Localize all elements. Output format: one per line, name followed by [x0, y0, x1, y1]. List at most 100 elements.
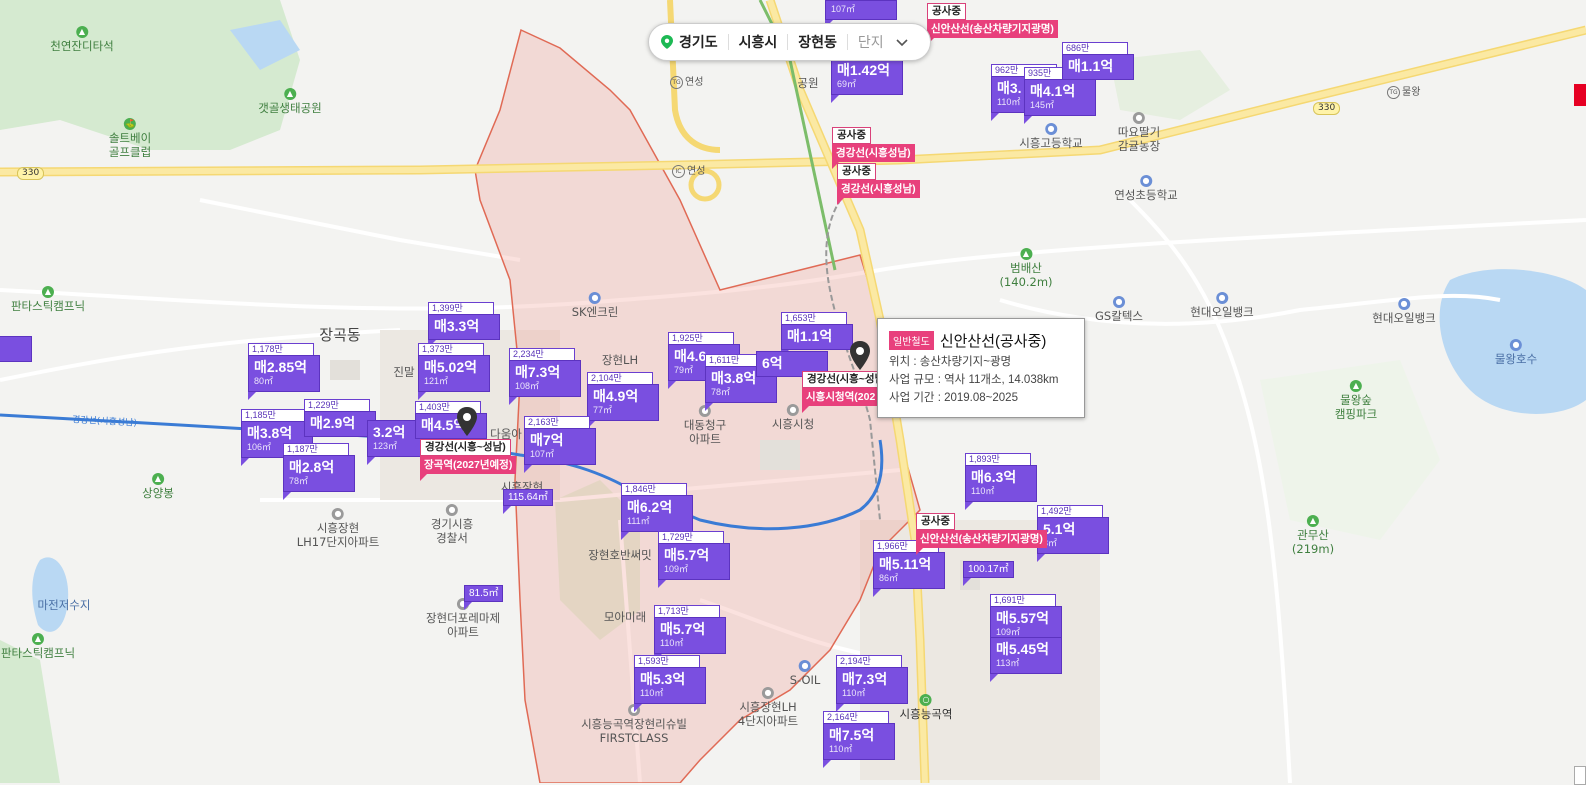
place-mulwang-camp[interactable]: ▲ 물왕숲 캠핑파크	[1335, 380, 1377, 421]
place-gongwon[interactable]: 공원	[797, 76, 818, 90]
price-marker[interactable]: 1,373만 매5.02억 121㎡	[418, 343, 490, 400]
apartment-icon: ●	[762, 687, 774, 699]
marker-tail	[524, 465, 532, 473]
popup-title: 신안산선(공사중)	[939, 333, 1047, 350]
complex-dropdown[interactable]: 단지	[848, 34, 918, 50]
rail-construction-label[interactable]: 공사중 경강선(시흥성남)	[837, 163, 920, 205]
price-per-pyeong: 1,925만	[668, 332, 734, 344]
label-tail	[420, 474, 427, 481]
price-marker[interactable]: 2,234만 매7.3억 108㎡	[509, 348, 581, 405]
price-per-pyeong: 1,187만	[283, 443, 349, 455]
price-marker[interactable]: 1,593만 매5.3억 110㎡	[634, 655, 706, 712]
price-marker[interactable]: 1,893만 매6.3억 110㎡	[965, 453, 1037, 510]
unit-area: 86㎡	[879, 573, 899, 583]
rail-construction-label[interactable]: 경강선(시흥~성남) 장곡역(2027년예정)	[420, 439, 517, 481]
side-panel-toggle[interactable]	[1574, 84, 1586, 106]
price-marker[interactable]: 2,164만 매7.5억 110㎡	[823, 711, 895, 768]
side-panel-button[interactable]	[1574, 766, 1586, 785]
place-hyundai-oilbank[interactable]: ● 현대오일뱅크	[1372, 298, 1436, 325]
place-gaetgol[interactable]: ▲ 갯골생태공원	[258, 88, 322, 115]
place-beombae[interactable]: ▲ 범배산 (140.2m)	[999, 248, 1053, 289]
interchange-icon: IC	[672, 164, 685, 178]
farm-icon: ●	[1132, 112, 1145, 124]
price-marker[interactable]: 1,229만 매2.9억	[304, 399, 376, 445]
place-siheung-high[interactable]: ● 시흥고등학교	[1019, 123, 1083, 150]
place-janghyeon-banmoet[interactable]: 장현호반써밋	[588, 548, 651, 562]
place-fantastic-camp[interactable]: ▲ 판타스틱캠프닉	[11, 286, 85, 313]
place-janghyeon-lh[interactable]: 장현LH	[602, 353, 638, 367]
marker-tail	[823, 760, 831, 768]
highway-330-label: 330	[17, 167, 45, 180]
rail-info-popup[interactable]: 일반철도 신안산선(공사중) 위치 : 송산차량기지~광명 사업 규모 : 역사…	[877, 318, 1085, 418]
rail-construction-label[interactable]: 공사중 신안산선(송산차량기지광명)	[916, 513, 1047, 555]
price-marker[interactable]: 매1.42억 69㎡	[831, 58, 903, 103]
map-pin-icon[interactable]	[456, 407, 478, 437]
price-marker[interactable]: 1,729만 매5.7억 109㎡	[658, 531, 730, 588]
price-marker[interactable]: 1,399만 매3.3억	[428, 302, 500, 348]
yeonseong-tg-label: TG 연성	[670, 73, 703, 89]
region-dong[interactable]: 장현동	[788, 34, 848, 50]
popup-period: 사업 기간 : 2019.08~2025	[889, 392, 1018, 404]
price-per-pyeong: 1,713만	[654, 605, 720, 617]
place-sangyang-peak[interactable]: ▲ 상양봉	[142, 473, 174, 500]
place-moa[interactable]: 모아미래	[604, 610, 646, 624]
marker-tail	[965, 502, 973, 510]
unit-area: 3㎡	[1043, 538, 1058, 548]
price-marker[interactable]: 686만 매1.1억	[1062, 42, 1134, 88]
place-fantastic-camp[interactable]: ▲ 판타스틱캠프닉	[1, 633, 75, 660]
map-pin-icon[interactable]	[849, 341, 871, 371]
sale-price: 매1.1억	[1068, 58, 1114, 74]
label-line-name: 경강선(시흥성남)	[832, 144, 915, 162]
place-hyundai-oilbank[interactable]: ● 현대오일뱅크	[1190, 292, 1254, 319]
place-daedong[interactable]: ● 대동청구 아파트	[684, 405, 726, 446]
price-marker[interactable]: 2,163만 매7억 107㎡	[524, 416, 596, 473]
unit-area: 80㎡	[254, 376, 274, 386]
place-solteubay[interactable]: ⛳ 솔트베이 골프클럽	[109, 118, 151, 159]
place-soil[interactable]: ● S-OIL	[790, 660, 820, 687]
place-janggok-dong[interactable]: 장곡동	[319, 328, 360, 343]
region-province[interactable]: 경기도	[677, 34, 729, 50]
sale-price: 매7.3억	[842, 671, 888, 687]
price-marker[interactable]: 매5.45억 113㎡	[990, 637, 1062, 682]
place-mulwang-lake[interactable]: ● 물왕호수	[1495, 339, 1537, 366]
marker-body: 81.5㎡	[464, 585, 504, 602]
place-janghyeon-lh17[interactable]: ● 시흥장현 LH17단지아파트	[297, 508, 379, 549]
label-line-name: 신안산선(송산차량기지광명)	[916, 530, 1047, 548]
place-ttayo-farm[interactable]: ● 따요딸기 감귤농장	[1118, 112, 1160, 153]
marker-body: 매7.5억 110㎡	[823, 723, 895, 760]
marker-tail	[283, 492, 291, 500]
price-per-pyeong: 1,229만	[304, 399, 370, 411]
price-marker[interactable]: 2,194만 매7.3억 110㎡	[836, 655, 908, 712]
place-gs-caltex[interactable]: ● GS칼텍스	[1095, 296, 1143, 323]
place-yeonseong-school[interactable]: ● 연성초등학교	[1114, 175, 1178, 202]
price-marker[interactable]: 8억	[0, 336, 32, 370]
place-sk-station[interactable]: ● SK엔크린	[572, 292, 618, 319]
sale-price: 매6.2억	[627, 499, 673, 515]
place-majeon-reservoir[interactable]: 마전저수지	[38, 598, 91, 612]
area-marker[interactable]: 81.5㎡	[464, 585, 504, 610]
marker-body: 매5.7억 109㎡	[658, 543, 730, 580]
rail-construction-label[interactable]: 공사중 신안산선(송산차량기지광명)	[927, 3, 1058, 45]
area-marker[interactable]: 115.64㎡	[503, 489, 553, 514]
place-gwanmu[interactable]: ▲ 관무산 (219m)	[1292, 515, 1334, 556]
place-jinmal[interactable]: 진말	[393, 365, 414, 379]
map-pin-icon	[661, 35, 673, 49]
unit-area: 77㎡	[593, 405, 613, 415]
sale-price: 매5.11억	[879, 556, 932, 572]
price-marker[interactable]: 1,178만 매2.85억 80㎡	[248, 343, 320, 400]
label-tail	[916, 548, 923, 555]
price-marker[interactable]: 1,492만 5.1억 3㎡	[1037, 505, 1109, 562]
price-marker[interactable]: 1,187만 매2.8억 78㎡	[283, 443, 355, 500]
price-per-pyeong: 2,164만	[823, 711, 889, 723]
sale-price: 매7.5억	[829, 727, 875, 743]
area-marker[interactable]: 100.17㎡	[963, 561, 1014, 586]
place-lh4[interactable]: ● 시흥장현LH 4단지아파트	[738, 687, 798, 728]
unit-area: 145㎡	[1030, 100, 1055, 110]
price-marker[interactable]: 1,713만 매5.7억 110㎡	[654, 605, 726, 662]
place-cheonyeon[interactable]: ▲ 천연잔디타석	[50, 26, 114, 53]
place-police[interactable]: ● 경기시흥 경찰서	[431, 504, 473, 545]
unit-area: 107㎡	[831, 4, 856, 14]
region-breadcrumb-bar: 경기도 시흥시 장현동 단지	[648, 23, 931, 61]
price-marker[interactable]: 2,104만 매4.9억 77㎡	[587, 372, 659, 429]
region-city[interactable]: 시흥시	[729, 34, 789, 50]
